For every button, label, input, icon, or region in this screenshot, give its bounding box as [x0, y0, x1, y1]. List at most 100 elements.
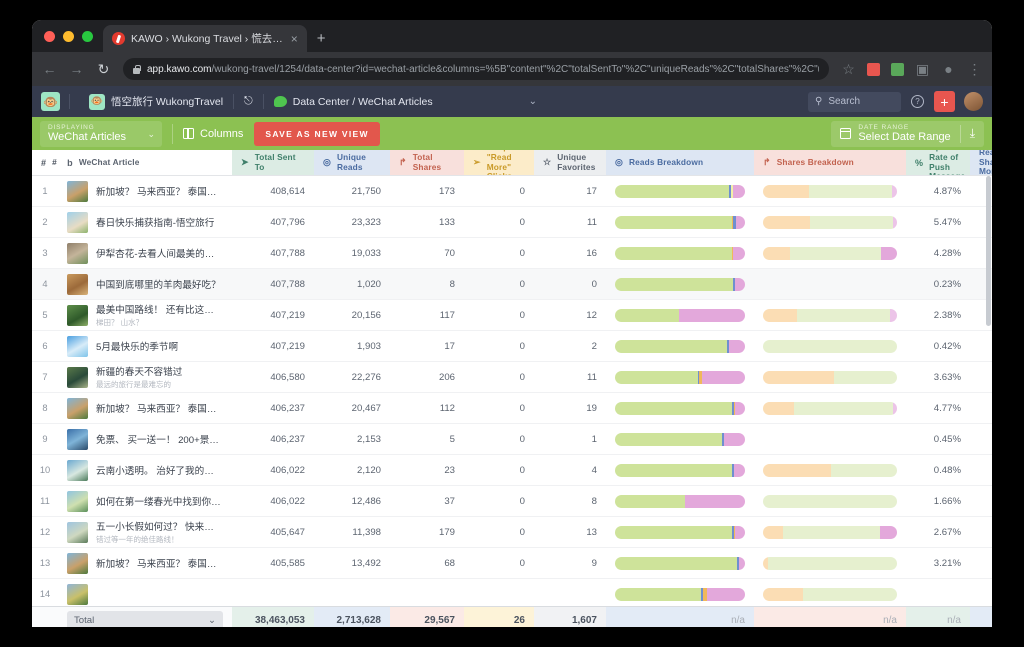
article-text: 新加坡？ 马来西亚？ 泰国？ 眼花缭…	[96, 401, 223, 415]
footer-cell-favorites: 1,607	[534, 607, 606, 627]
notifications-button[interactable]: ⎋	[234, 91, 263, 112]
table-row[interactable]: 1 新加坡？ 马来西亚？ 泰国？ 眼花缭… 408,614 21,750 173 0 17 4…	[32, 176, 992, 207]
table-row[interactable]: 3 伊犁杏花-去看人间最美的四月天！ 407,788 19,033 70 0 16 4.28%…	[32, 238, 992, 269]
article-title: 伊犁杏花-去看人间最美的四月天！	[96, 246, 223, 260]
shares-breakdown-bar	[754, 247, 906, 260]
article-cell[interactable]: 中国到底哪里的羊肉最好吃？	[58, 274, 232, 295]
extension-icon-1[interactable]	[867, 63, 880, 76]
article-header-icon: ὜b	[67, 158, 73, 168]
vertical-scrollbar[interactable]	[986, 176, 991, 326]
table-row[interactable]: 14	[32, 579, 992, 606]
article-title: 春日快乐捕获指南-悟空旅行	[96, 215, 214, 229]
cell-clicks: 0	[464, 279, 534, 290]
bar-segment	[615, 371, 698, 384]
table-row[interactable]: 9 免票、 买一送一！ 200+景区优惠… 406,237 2,153 5 0 1 0.45%…	[32, 424, 992, 455]
table-row[interactable]: 6 5月最快乐的季节啊 407,219 1,903 17 0 2 0.42% 7.0	[32, 331, 992, 362]
reload-icon[interactable]: ↻	[96, 61, 111, 78]
table-row[interactable]: 2春日快乐捕获指南-悟空旅行407,79623,3231330115.47%10…	[32, 207, 992, 238]
article-cell[interactable]: 春日快乐捕获指南-悟空旅行	[58, 212, 232, 233]
kawo-favicon	[112, 32, 125, 45]
help-button[interactable]: ?	[901, 91, 934, 112]
table-row[interactable]: 13 新加坡？ 马来西亚？ 泰国？ 眼花缭… 405,585 13,492 68 0 9 3.…	[32, 548, 992, 579]
total-select[interactable]: Total ⌄	[67, 611, 223, 627]
article-cell[interactable]: 伊犁杏花-去看人间最美的四月天！	[58, 243, 232, 264]
table-row[interactable]: 11 如何在第一缕春光中找到你的快乐 406,022 12,486 37 0 8 1.66% 3…	[32, 486, 992, 517]
article-title: 免票、 买一送一！ 200+景区优惠…	[96, 432, 223, 446]
cell-shares: 68	[390, 558, 464, 569]
article-cell[interactable]: 云南小透明。 治好了我的古镇PTSD	[58, 460, 232, 481]
table-row[interactable]: 10 云南小透明。 治好了我的古镇PTSD 406,022 2,120 23 0 4 0.48…	[32, 455, 992, 486]
kawo-logo[interactable]: 🐵	[41, 92, 60, 111]
column-header-reads[interactable]: ◎ Unique Reads	[314, 150, 390, 175]
reads-breakdown-bar	[606, 309, 754, 322]
browser-tab-strip: KAWO › Wukong Travel › 慌去… × +	[32, 20, 992, 52]
table-row[interactable]: 8 新加坡？ 马来西亚？ 泰国？ 眼花缭… 406,237 20,467 112 0 19 4…	[32, 393, 992, 424]
add-button[interactable]: +	[934, 91, 955, 112]
bookmark-star-icon[interactable]: ☆	[841, 61, 856, 78]
column-header-sharesbd[interactable]: ↱ Shares Breakdown	[754, 150, 906, 175]
back-icon[interactable]: ←	[42, 61, 57, 77]
article-cell[interactable]: 新疆的春天不容错过 最远的旅行是最难忘的	[58, 364, 232, 390]
forward-icon[interactable]: →	[69, 61, 84, 77]
brand-switcher[interactable]: 🐵 悟空旅行 WukongTravel	[79, 91, 233, 112]
context-selector[interactable]: Data Center / WeChat Articles ⌄	[264, 91, 547, 112]
profile-icon[interactable]: ●	[941, 61, 956, 77]
column-header-openrate[interactable]: % Open Rate of Push Message	[906, 150, 970, 175]
bar-segment	[790, 247, 881, 260]
column-header-readsbd[interactable]: ◎ Reads Breakdown	[606, 150, 754, 175]
date-range-picker[interactable]: DATE RANGE Select Date Range ⤓	[831, 121, 984, 147]
cell-openrate: 0.23%	[906, 279, 970, 290]
minimize-window-button[interactable]	[63, 31, 74, 42]
stacked-bar	[615, 402, 745, 415]
extension-icon-2[interactable]	[891, 63, 904, 76]
stacked-bar	[615, 588, 745, 601]
cell-clicks: 0	[464, 310, 534, 321]
context-label: Data Center / WeChat Articles	[293, 96, 433, 108]
extensions-puzzle-icon[interactable]: ▣	[915, 61, 930, 78]
user-avatar[interactable]	[964, 92, 983, 111]
article-cell[interactable]: 最美中国路线！ 还有比这更美的… 梯田？ 山水？	[58, 302, 232, 328]
close-window-button[interactable]	[44, 31, 55, 42]
column-header-article[interactable]: ὜b WeChat Article	[58, 150, 232, 175]
columns-button[interactable]: Columns	[183, 128, 243, 140]
displaying-select[interactable]: DISPLAYING WeChat Articles ⌄	[40, 121, 162, 147]
total-row-selector[interactable]: Total ⌄	[58, 607, 232, 627]
close-tab-icon[interactable]: ×	[289, 33, 300, 45]
article-cell[interactable]: 新加坡？ 马来西亚？ 泰国？ 眼花缭…	[58, 553, 232, 574]
new-tab-icon[interactable]: +	[317, 30, 326, 47]
bar-segment	[707, 588, 745, 601]
article-cell[interactable]: 如何在第一缕春光中找到你的快乐	[58, 491, 232, 512]
article-text: 新加坡？ 马来西亚？ 泰国？ 眼花缭…	[96, 184, 223, 198]
column-header-shares[interactable]: ↱ Total Shares	[390, 150, 464, 175]
article-cell[interactable]: 新加坡？ 马来西亚？ 泰国？ 眼花缭…	[58, 181, 232, 202]
save-as-new-view-button[interactable]: SAVE AS NEW VIEW	[254, 122, 379, 146]
bar-segment	[763, 247, 790, 260]
search-input[interactable]: ⚲ Search	[808, 92, 901, 112]
column-header-rpsm[interactable]: Reads per Share to Moments	[970, 150, 992, 175]
download-button[interactable]: ⤓	[961, 126, 984, 141]
article-cell[interactable]	[58, 584, 232, 605]
table-row[interactable]: 5 最美中国路线！ 还有比这更美的… 梯田？ 山水？ 407,219 20,156 117…	[32, 300, 992, 331]
column-header-clicks[interactable]: ➢ Unique "Read More" Clicks	[464, 150, 534, 175]
table-row[interactable]: 7 新疆的春天不容错过 最远的旅行是最难忘的 406,580 22,276 206 0 11 3…	[32, 362, 992, 393]
total-label: Total	[74, 615, 94, 626]
article-cell[interactable]: 5月最快乐的季节啊	[58, 336, 232, 357]
column-header-idx[interactable]: # #	[32, 150, 58, 175]
date-range-main[interactable]: DATE RANGE Select Date Range	[831, 124, 959, 144]
address-bar[interactable]: app.kawo.com/wukong-travel/1254/data-cen…	[123, 58, 829, 80]
maximize-window-button[interactable]	[82, 31, 93, 42]
table-row[interactable]: 12 五一小长假如何过？ 快来看看我们… 错过等一年的绝佳路线！ 405,647 11,…	[32, 517, 992, 548]
article-cell[interactable]: 免票、 买一送一！ 200+景区优惠…	[58, 429, 232, 450]
table-row[interactable]: 4中国到底哪里的羊肉最好吃？407,7881,0208000.23%0.0	[32, 269, 992, 300]
column-header-favorites[interactable]: ☆ Unique Favorites	[534, 150, 606, 175]
calendar-icon	[840, 128, 851, 139]
stacked-bar	[763, 247, 897, 260]
article-cell[interactable]: 新加坡？ 马来西亚？ 泰国？ 眼花缭…	[58, 398, 232, 419]
cell-shares: 206	[390, 372, 464, 383]
browser-tab[interactable]: KAWO › Wukong Travel › 慌去… ×	[103, 25, 307, 52]
browser-menu-icon[interactable]: ⋮	[967, 61, 982, 78]
cell-favorites: 4	[534, 465, 606, 476]
column-header-sent[interactable]: ➤ Total Sent To	[232, 150, 314, 175]
bar-segment	[763, 402, 794, 415]
article-cell[interactable]: 五一小长假如何过？ 快来看看我们… 错过等一年的绝佳路线！	[58, 519, 232, 545]
